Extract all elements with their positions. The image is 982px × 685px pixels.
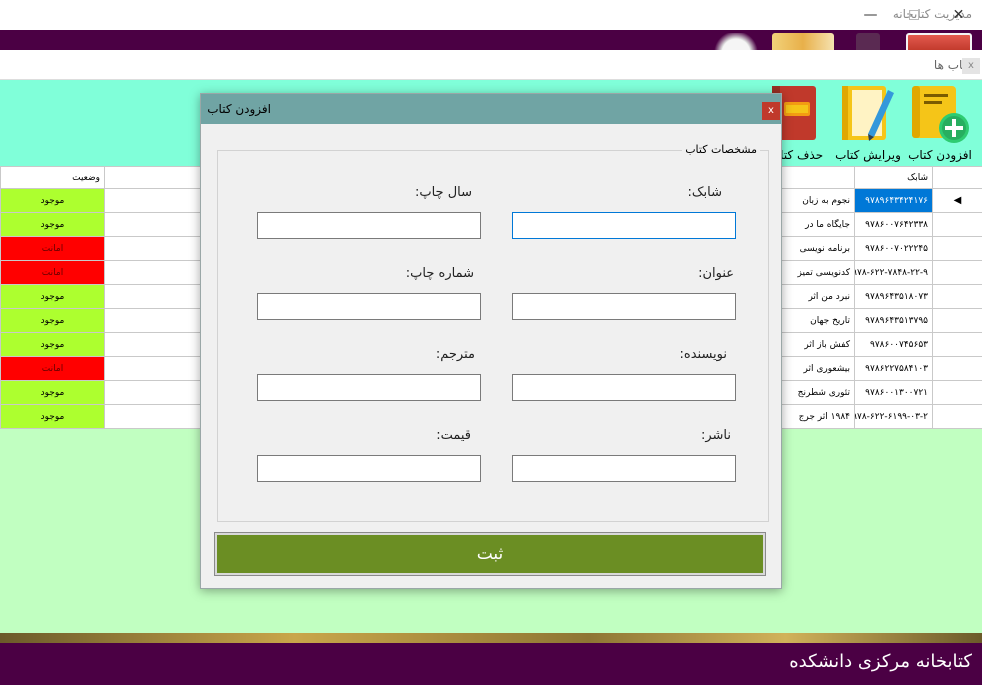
row-header-cell[interactable] (932, 260, 982, 285)
minimize-button[interactable]: — (848, 0, 893, 30)
dialog-close-button[interactable]: x (762, 102, 780, 120)
publisher-field[interactable] (512, 455, 736, 482)
books-icon[interactable] (772, 33, 834, 50)
translator-label: مترجم: (435, 347, 475, 362)
maximize-icon (908, 10, 919, 20)
add-book-dialog: افزودن کتاب x مشخصات کتاب شابک: سال چاپ:… (200, 93, 782, 589)
author-label: نویسنده: (679, 347, 728, 362)
decorative-strip (0, 633, 982, 643)
status-cell[interactable]: موجود (0, 404, 105, 429)
title-field[interactable] (512, 293, 736, 320)
row-header-corner (932, 166, 982, 189)
isbn-cell[interactable]: ۹۷۸-۶۲۲-۶۱۹۹-۰۳-۲ (854, 404, 933, 429)
status-cell[interactable]: موجود (0, 212, 105, 237)
submit-button[interactable]: ثبت (214, 532, 766, 576)
row-header-cell[interactable] (932, 404, 982, 429)
price-label: قیمت: (436, 428, 471, 443)
title-label: عنوان: (698, 266, 734, 281)
column-header-isbn[interactable]: شابک (854, 166, 933, 189)
books-window-header: کتاب ها x (0, 50, 982, 80)
row-header-cell[interactable] (932, 332, 982, 357)
status-cell[interactable]: موجود (0, 332, 105, 357)
add-book-icon (912, 86, 969, 143)
isbn-cell[interactable]: ۹۷۸۶۰۰۷۴۵۶۵۳ (854, 332, 933, 357)
status-cell[interactable]: امانت (0, 356, 105, 381)
add-book-button[interactable]: افزودن کتاب (904, 82, 976, 164)
status-cell[interactable]: امانت (0, 260, 105, 285)
close-window-button[interactable]: ✕ (936, 0, 981, 30)
add-book-label: افزودن کتاب (908, 148, 972, 162)
footer: کتابخانه مرکزی دانشکده (0, 643, 982, 685)
isbn-cell[interactable]: ۹۷۸۹۶۴۳۴۲۴۱۷۶ (854, 188, 933, 213)
row-pointer-icon: ◀ (953, 195, 962, 206)
edit-book-button[interactable]: ویرایش کتاب (832, 82, 904, 164)
isbn-cell[interactable]: ۹۷۸۹۶۴۳۵۱۸۰۷۳ (854, 284, 933, 309)
gear-icon[interactable] (706, 33, 766, 50)
isbn-cell[interactable]: ۹۷۸۹۶۴۳۵۱۳۷۹۵ (854, 308, 933, 333)
dialog-title: افزودن کتاب (207, 102, 271, 116)
isbn-cell[interactable]: ۹۷۸۶۰۰۱۳۰۰۷۲۱ (854, 380, 933, 405)
row-header-cell[interactable] (932, 284, 982, 309)
isbn-cell[interactable]: ۹۷۸۶۰۰۷۰۲۲۲۴۵ (854, 236, 933, 261)
status-cell[interactable]: موجود (0, 284, 105, 309)
edit-book-icon (842, 86, 894, 141)
status-cell[interactable]: موجود (0, 380, 105, 405)
year-label: سال چاپ: (414, 185, 472, 200)
red-book-icon[interactable] (906, 33, 972, 50)
author-field[interactable] (512, 374, 736, 401)
status-cell[interactable]: امانت (0, 236, 105, 261)
books-window-close-button[interactable]: x (962, 58, 980, 74)
edition-field[interactable] (257, 293, 481, 320)
translator-field[interactable] (257, 374, 481, 401)
price-field[interactable] (257, 455, 481, 482)
row-header-cell[interactable] (932, 356, 982, 381)
column-header-status[interactable]: وضعیت (0, 166, 105, 189)
footer-text: کتابخانه مرکزی دانشکده (789, 651, 972, 672)
edition-label: شماره چاپ: (405, 266, 474, 281)
isbn-cell[interactable]: ۹۷۸۶۰۰۷۶۴۲۳۳۸ (854, 212, 933, 237)
book-details-group: مشخصات کتاب شابک: سال چاپ: عنوان: شماره … (217, 143, 769, 522)
year-field[interactable] (257, 212, 481, 239)
publisher-label: ناشر: (700, 428, 731, 443)
status-cell[interactable]: موجود (0, 308, 105, 333)
row-header-cell[interactable] (932, 308, 982, 333)
row-header-cell[interactable] (932, 212, 982, 237)
row-header-cell[interactable]: ◀ (932, 188, 982, 213)
window-titlebar: مدیریت کتابخانه — ✕ (0, 0, 982, 30)
row-header-cell[interactable] (932, 236, 982, 261)
isbn-cell[interactable]: ۹۷۸-۶۲۲-۷۸۴۸-۲۲-۹ (854, 260, 933, 285)
isbn-label: شابک: (687, 185, 723, 200)
main-menu-strip (0, 30, 982, 50)
edit-book-label: ویرایش کتاب (835, 148, 901, 162)
maximize-button[interactable] (891, 0, 936, 30)
dialog-titlebar: افزودن کتاب x (201, 94, 781, 124)
status-cell[interactable]: موجود (0, 188, 105, 213)
isbn-cell[interactable]: ۹۷۸۶۲۲۷۵۸۴۱۰۳ (854, 356, 933, 381)
row-header-cell[interactable] (932, 380, 982, 405)
book-details-legend: مشخصات کتاب (682, 143, 760, 156)
menu-icon-dark[interactable] (856, 33, 880, 50)
isbn-field[interactable] (512, 212, 736, 239)
